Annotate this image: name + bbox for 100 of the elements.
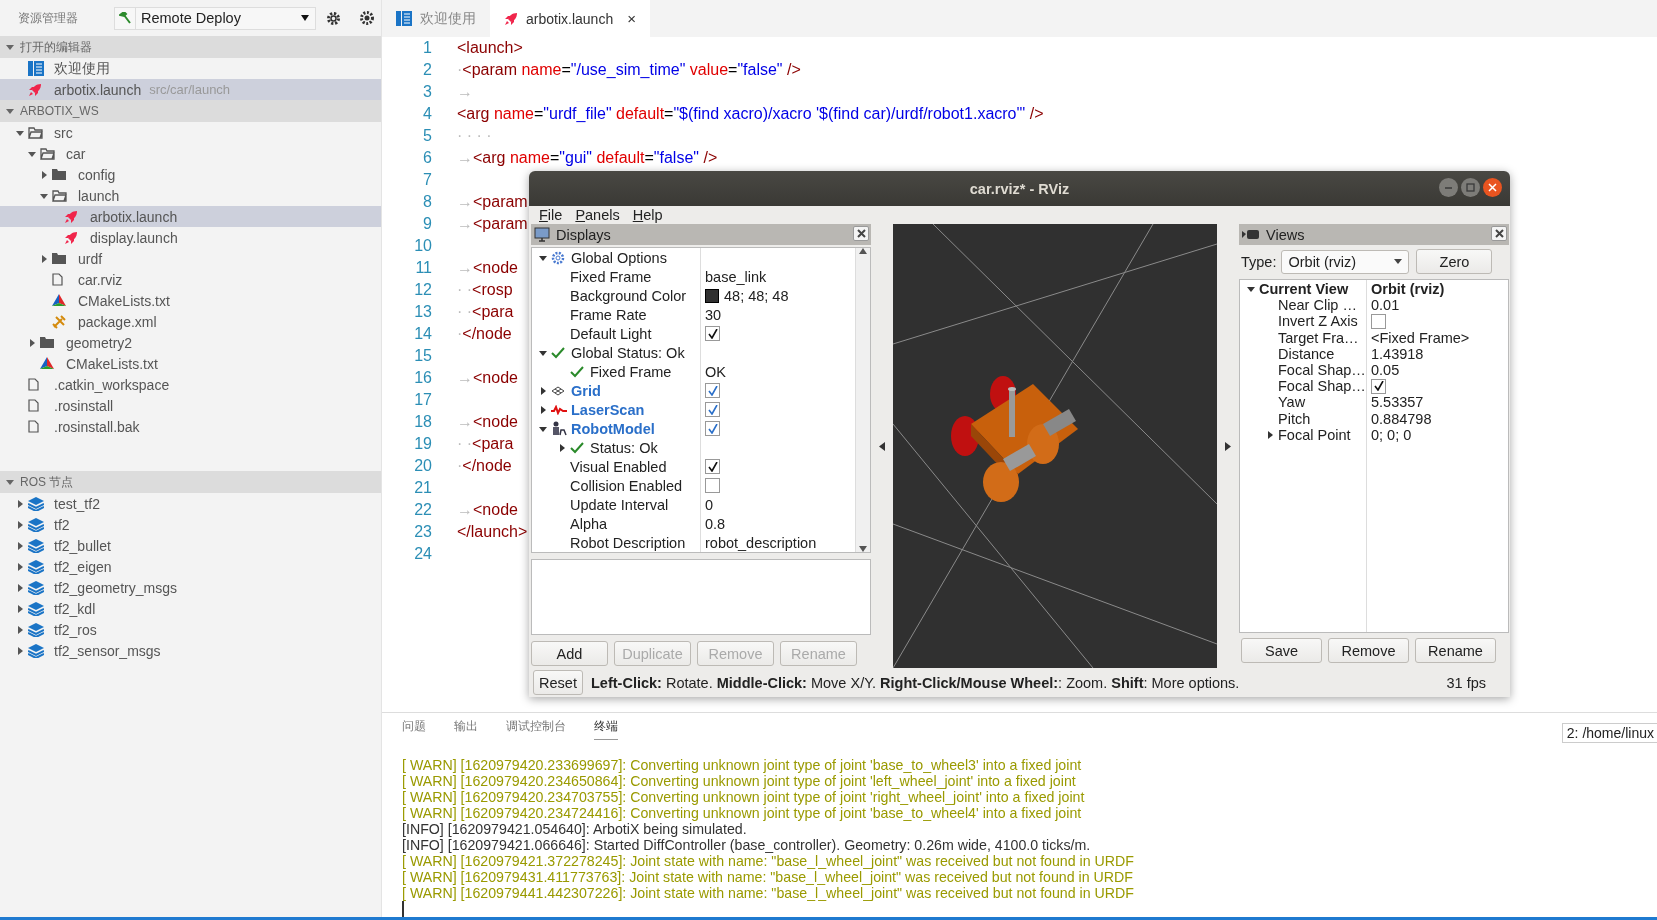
expand-arrow-icon[interactable] bbox=[28, 338, 36, 347]
tree-item[interactable]: CMakeLists.txt bbox=[0, 353, 381, 374]
expand-arrow-icon[interactable] bbox=[16, 541, 24, 550]
editor-tab[interactable]: arbotix.launch × bbox=[490, 0, 650, 37]
checkbox[interactable] bbox=[705, 383, 720, 398]
checkbox[interactable] bbox=[705, 326, 720, 341]
close-button[interactable] bbox=[1483, 178, 1502, 197]
tree-item[interactable]: display.launch bbox=[0, 227, 381, 248]
scrollbar[interactable] bbox=[855, 248, 870, 552]
deploy-dropdown[interactable]: Remote Deploy bbox=[114, 6, 316, 30]
tree-item[interactable]: launch bbox=[0, 185, 381, 206]
action-button[interactable]: Save bbox=[1241, 638, 1322, 663]
expand-arrow-icon[interactable] bbox=[16, 646, 24, 655]
collapse-arrow-icon[interactable] bbox=[879, 441, 885, 451]
zero-button[interactable]: Zero bbox=[1416, 249, 1493, 274]
panel-tab[interactable]: 调试控制台 bbox=[506, 714, 566, 740]
tree-item[interactable]: .rosinstall bbox=[0, 395, 381, 416]
settings-icon[interactable] bbox=[326, 10, 341, 26]
tree-item[interactable]: tf2_sensor_msgs bbox=[0, 640, 381, 661]
type-dropdown[interactable]: Orbit (rviz) bbox=[1281, 249, 1410, 274]
expand-arrow-icon[interactable] bbox=[538, 424, 547, 433]
terminal-line: [ WARN] [1620979441.442307226]: Joint state with name: "base_l_wheel_joint" was received but not found in URDF bbox=[402, 885, 1135, 901]
checkbox[interactable] bbox=[1371, 378, 1386, 394]
expand-arrow-icon[interactable] bbox=[1265, 430, 1274, 439]
checkbox[interactable] bbox=[1371, 313, 1386, 329]
expand-arrow-icon[interactable] bbox=[16, 583, 24, 592]
tree-item[interactable]: .rosinstall.bak bbox=[0, 416, 381, 437]
tree-item[interactable]: tf2_kdl bbox=[0, 598, 381, 619]
close-button[interactable] bbox=[853, 226, 869, 241]
action-button[interactable]: Rename bbox=[1415, 638, 1496, 663]
panel-tab[interactable]: 问题 bbox=[402, 714, 426, 740]
tree-item[interactable]: tf2 bbox=[0, 514, 381, 535]
close-button[interactable] bbox=[1491, 226, 1507, 241]
tree-item[interactable]: config bbox=[0, 164, 381, 185]
expand-arrow-icon[interactable] bbox=[16, 625, 24, 634]
expand-arrow-icon[interactable] bbox=[16, 520, 24, 529]
expand-arrow-icon[interactable] bbox=[16, 604, 24, 613]
scroll-down-icon[interactable] bbox=[859, 546, 867, 552]
book-icon bbox=[28, 61, 44, 76]
tree-item[interactable]: arbotix.launch src/car/launch bbox=[0, 79, 381, 100]
tree-item[interactable]: test_tf2 bbox=[0, 493, 381, 514]
expand-arrow-icon[interactable] bbox=[40, 254, 48, 263]
terminal-line: [ WARN] [1620979421.372278245]: Joint state with name: "base_l_wheel_joint" was received but not found in URDF bbox=[402, 853, 1135, 869]
checkbox[interactable] bbox=[705, 421, 720, 436]
tree-item[interactable]: geometry2 bbox=[0, 332, 381, 353]
action-button[interactable]: Remove bbox=[1328, 638, 1409, 663]
expand-arrow-icon[interactable] bbox=[40, 191, 48, 200]
close-icon[interactable]: × bbox=[627, 10, 636, 27]
section-header[interactable]: ROS 节点 bbox=[0, 471, 381, 493]
book-icon bbox=[396, 11, 412, 26]
tree-item[interactable]: package.xml bbox=[0, 311, 381, 332]
expand-arrow-icon[interactable] bbox=[538, 348, 547, 357]
section-header[interactable]: ARBOTIX_WS bbox=[0, 100, 381, 122]
code-line: · ·<para bbox=[457, 303, 514, 321]
tree-item[interactable]: 欢迎使用 bbox=[0, 58, 381, 79]
tree-item[interactable]: car.rviz bbox=[0, 269, 381, 290]
tree-item[interactable]: tf2_eigen bbox=[0, 556, 381, 577]
expand-arrow-icon[interactable] bbox=[16, 562, 24, 571]
tree-item[interactable]: tf2_bullet bbox=[0, 535, 381, 556]
menu-item[interactable]: Help bbox=[632, 207, 663, 223]
expand-arrow-icon[interactable] bbox=[538, 405, 547, 414]
action-button[interactable]: Add bbox=[531, 641, 608, 666]
file-icon bbox=[52, 273, 63, 286]
property-name: Default Light bbox=[570, 325, 652, 342]
expand-arrow-icon[interactable] bbox=[16, 499, 24, 508]
expand-arrow-icon[interactable] bbox=[40, 170, 48, 179]
tree-item[interactable]: .catkin_workspace bbox=[0, 374, 381, 395]
checkbox[interactable] bbox=[705, 459, 720, 474]
expand-arrow-icon[interactable] bbox=[1246, 285, 1255, 294]
minimize-button[interactable] bbox=[1439, 178, 1458, 197]
tree-item[interactable]: tf2_geometry_msgs bbox=[0, 577, 381, 598]
expand-arrow-icon[interactable] bbox=[538, 386, 547, 395]
checkbox[interactable] bbox=[705, 402, 720, 417]
triangle-icon bbox=[40, 357, 54, 370]
tree-item[interactable]: CMakeLists.txt bbox=[0, 290, 381, 311]
tree-item[interactable]: urdf bbox=[0, 248, 381, 269]
expand-arrow-icon[interactable] bbox=[538, 253, 547, 262]
tree-item[interactable]: car bbox=[0, 143, 381, 164]
tree-item[interactable]: tf2_ros bbox=[0, 619, 381, 640]
gears-icon[interactable] bbox=[359, 10, 375, 26]
line-number: 18 bbox=[413, 413, 433, 431]
section-header[interactable]: 打开的编辑器 bbox=[0, 36, 381, 58]
expand-arrow-icon[interactable] bbox=[1225, 441, 1231, 451]
panel-tab[interactable]: 终端 bbox=[594, 714, 618, 740]
code-line: →<node bbox=[457, 369, 518, 387]
scroll-up-icon[interactable] bbox=[859, 248, 867, 254]
expand-arrow-icon[interactable] bbox=[16, 128, 24, 137]
property-name: Global Status: Ok bbox=[571, 344, 685, 361]
menu-item[interactable]: File bbox=[539, 207, 563, 223]
expand-arrow-icon[interactable] bbox=[557, 443, 566, 452]
menu-item[interactable]: Panels bbox=[575, 207, 620, 223]
panel-tab[interactable]: 输出 bbox=[454, 714, 478, 740]
checkbox[interactable] bbox=[705, 478, 720, 493]
terminal-dropdown[interactable]: 2: /home/linux bbox=[1561, 723, 1657, 743]
property-name: Focal Shap… bbox=[1278, 362, 1366, 379]
tree-item[interactable]: arbotix.launch bbox=[0, 206, 381, 227]
tree-item[interactable]: src bbox=[0, 122, 381, 143]
reset-button[interactable]: Reset bbox=[533, 670, 583, 695]
expand-arrow-icon[interactable] bbox=[28, 149, 36, 158]
folder-icon bbox=[40, 337, 54, 348]
